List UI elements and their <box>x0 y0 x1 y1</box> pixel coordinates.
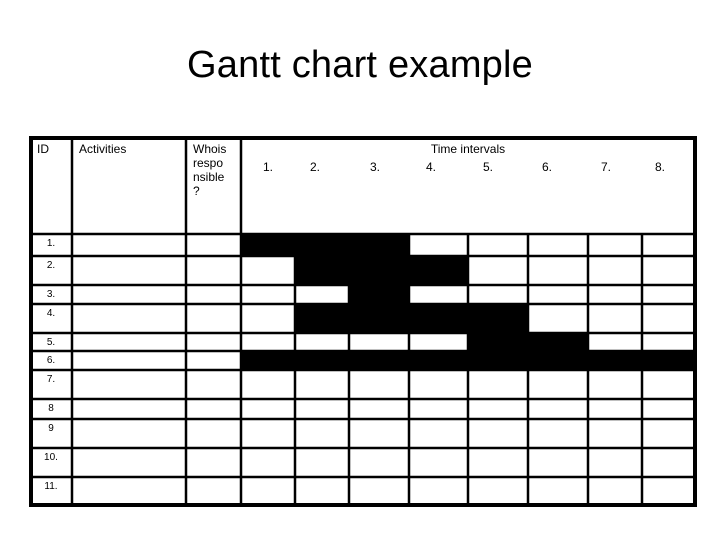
row-id-label: 2. <box>47 260 55 271</box>
responsible-header-line: nsible <box>193 170 225 184</box>
row-id-label: 6. <box>47 355 55 366</box>
id-header: ID <box>37 142 49 156</box>
row-id-label: 11. <box>44 481 57 492</box>
row-id-label: 5. <box>47 337 55 348</box>
interval-label-6: 6. <box>542 160 552 174</box>
row-id-label: 8 <box>48 403 54 414</box>
responsible-header-line: ? <box>193 184 200 198</box>
row-id-label: 4. <box>47 308 55 319</box>
time-intervals-header: Time intervals <box>431 142 505 156</box>
interval-label-1: 1. <box>263 160 273 174</box>
row-id-label: 9 <box>48 423 54 434</box>
interval-label-7: 7. <box>601 160 611 174</box>
gantt-bar-row-1 <box>241 234 409 256</box>
gantt-bar-row-2 <box>295 256 468 285</box>
row-id-label: 10. <box>44 452 58 463</box>
row-id-label: 1. <box>47 238 55 249</box>
interval-label-3: 3. <box>370 160 380 174</box>
interval-label-5: 5. <box>483 160 493 174</box>
responsible-header-line: Whois <box>193 142 226 156</box>
interval-label-2: 2. <box>310 160 320 174</box>
row-id-label: 7. <box>47 374 55 385</box>
interval-label-4: 4. <box>426 160 436 174</box>
row-id-label: 3. <box>47 289 55 300</box>
interval-label-8: 8. <box>655 160 665 174</box>
gantt-chart: ID Activities Whoisresponsible? Time interv… <box>29 136 697 507</box>
gantt-bar-row-4 <box>295 304 528 333</box>
gantt-bar-row-3 <box>349 285 409 304</box>
responsible-header-line: respo <box>193 156 223 170</box>
activities-header: Activities <box>79 142 126 156</box>
